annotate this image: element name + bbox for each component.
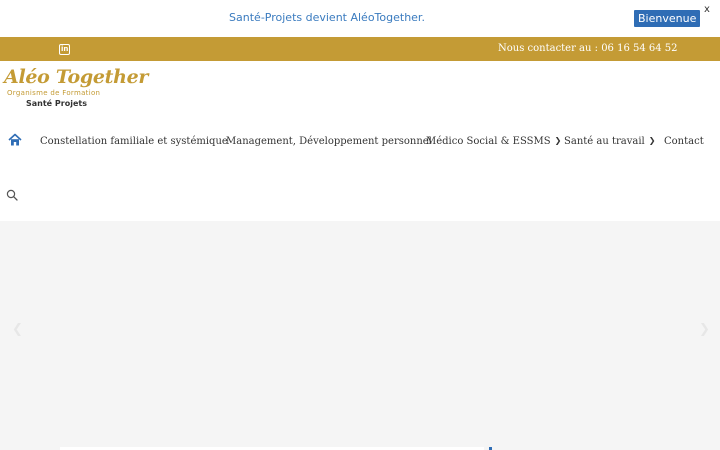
- nav-item-medico-social[interactable]: Médico Social & ESSMS ❯: [426, 136, 561, 147]
- nav-item-label: Contact: [664, 136, 704, 147]
- nav-item-label: Médico Social & ESSMS: [426, 136, 551, 147]
- linkedin-icon[interactable]: in: [59, 44, 70, 55]
- logo-tagline: Santé Projets: [26, 99, 87, 108]
- logo-subtitle: Organisme de Formation: [7, 89, 101, 97]
- search-icon[interactable]: [6, 189, 18, 201]
- nav-item-label: Santé au travail: [564, 136, 645, 147]
- logo-title: Aléo Together: [4, 66, 149, 88]
- nav-item-constellation[interactable]: Constellation familiale et systémique: [40, 136, 228, 147]
- nav-item-label: Constellation familiale et systémique: [40, 136, 228, 147]
- hero-slider: ❮ ❯: [0, 221, 720, 450]
- nav-item-management[interactable]: Management, Développement personnel: [226, 136, 432, 147]
- contact-phone[interactable]: Nous contacter au : 06 16 54 64 52: [498, 43, 678, 54]
- notice-bar: Santé-Projets devient AléoTogether. Bien…: [0, 0, 720, 37]
- top-bar: in Nous contacter au : 06 16 54 64 52: [0, 37, 720, 61]
- main-navigation: Constellation familiale et systémique Ma…: [0, 128, 720, 154]
- chevron-right-icon[interactable]: ❯: [699, 322, 710, 337]
- close-notice-button[interactable]: x: [704, 4, 710, 15]
- site-logo[interactable]: Aléo Together Organisme de Formation San…: [4, 66, 148, 110]
- notice-text: Santé-Projets devient AléoTogether.: [229, 11, 425, 24]
- nav-item-sante-travail[interactable]: Santé au travail ❯: [564, 136, 655, 147]
- nav-item-label: Management, Développement personnel: [226, 136, 432, 147]
- chevron-down-icon: ❯: [554, 136, 562, 145]
- nav-item-contact[interactable]: Contact: [664, 136, 704, 147]
- welcome-button[interactable]: Bienvenue: [634, 10, 701, 27]
- home-icon[interactable]: [8, 133, 22, 147]
- chevron-down-icon: ❯: [648, 136, 656, 145]
- chevron-left-icon[interactable]: ❮: [12, 322, 23, 337]
